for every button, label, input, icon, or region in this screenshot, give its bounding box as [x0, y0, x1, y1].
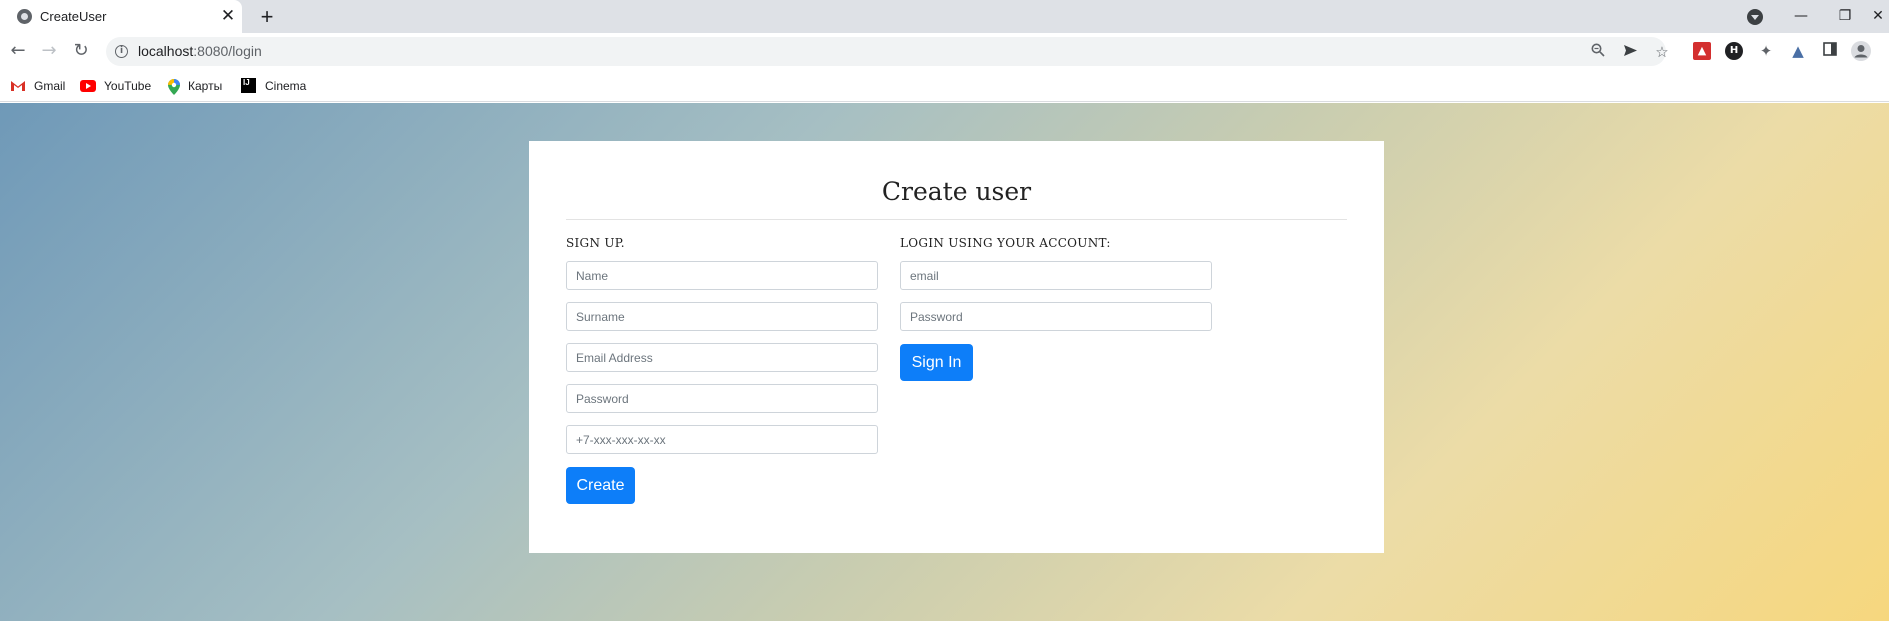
create-user-card: Create user SIGN UP. Create LOGIN USING …	[529, 141, 1384, 553]
page-title: Create user	[881, 177, 1032, 206]
tab-search-icon[interactable]	[1747, 9, 1763, 25]
zoom-icon[interactable]	[1587, 41, 1609, 63]
sign-in-button[interactable]: Sign In	[900, 344, 973, 381]
page-background: Create user SIGN UP. Create LOGIN USING …	[0, 103, 1889, 621]
tab-close-icon[interactable]: ✕	[218, 6, 238, 26]
send-icon[interactable]	[1619, 41, 1641, 63]
bookmark-label: Карты	[188, 79, 223, 93]
new-tab-button[interactable]: +	[255, 5, 279, 29]
signup-password-field[interactable]	[566, 384, 878, 413]
create-button[interactable]: Create	[566, 467, 635, 504]
url-text[interactable]: localhost:8080/login	[138, 43, 262, 59]
labs-flask-icon[interactable]: ▲	[1789, 42, 1807, 60]
browser-tab[interactable]: CreateUser ✕	[0, 0, 242, 33]
bookmark-label: YouTube	[104, 79, 152, 93]
bookmark-label: Gmail	[34, 79, 66, 93]
intellij-icon: IJ	[241, 78, 256, 93]
url-path: :8080/login	[193, 43, 262, 59]
browser-toolbar: ← → ↻ i localhost:8080/login ☆ ▲ H ✦ ▲	[0, 33, 1889, 70]
signup-heading: SIGN UP.	[566, 236, 625, 250]
address-bar[interactable]: i localhost:8080/login ☆	[106, 37, 1669, 66]
reload-icon[interactable]: ↻	[69, 39, 93, 63]
bookmark-label: Cinema	[265, 79, 307, 93]
profile-avatar-icon[interactable]	[1851, 41, 1871, 61]
bookmark-maps[interactable]: Карты	[168, 77, 228, 95]
signup-name-field[interactable]	[566, 261, 878, 290]
back-icon[interactable]: ←	[6, 39, 30, 63]
forward-icon: →	[41, 40, 57, 61]
login-email-field[interactable]	[900, 261, 1212, 290]
globe-icon	[17, 9, 32, 24]
pdf-extension-icon[interactable]: ▲	[1693, 42, 1711, 60]
gmail-icon	[10, 79, 26, 93]
bookmark-star-icon[interactable]: ☆	[1651, 41, 1673, 63]
tab-strip: CreateUser ✕ + — ❐ ✕	[0, 0, 1889, 33]
side-panel-icon[interactable]	[1821, 42, 1839, 60]
signup-phone-field[interactable]	[566, 425, 878, 454]
h-extension-icon[interactable]: H	[1725, 42, 1743, 60]
url-host: localhost	[138, 43, 194, 59]
extensions-puzzle-icon[interactable]: ✦	[1757, 42, 1775, 60]
minimize-button[interactable]: —	[1779, 0, 1823, 33]
maps-icon	[168, 79, 184, 95]
login-heading: LOGIN USING YOUR ACCOUNT:	[900, 236, 1111, 250]
restore-button[interactable]: ❐	[1823, 0, 1867, 33]
bookmark-cinema[interactable]: IJ Cinema	[241, 77, 311, 95]
site-info-icon[interactable]: i	[115, 45, 128, 58]
bookmark-gmail[interactable]: Gmail	[10, 77, 70, 95]
tab-title: CreateUser	[40, 9, 107, 24]
close-window-button[interactable]: ✕	[1867, 0, 1889, 33]
youtube-icon	[80, 79, 96, 93]
bookmark-youtube[interactable]: YouTube	[80, 77, 155, 95]
login-password-field[interactable]	[900, 302, 1212, 331]
bookmarks-bar: Gmail YouTube Карты IJ Cinema	[0, 70, 1889, 102]
signup-email-field[interactable]	[566, 343, 878, 372]
title-divider	[566, 219, 1347, 220]
signup-surname-field[interactable]	[566, 302, 878, 331]
